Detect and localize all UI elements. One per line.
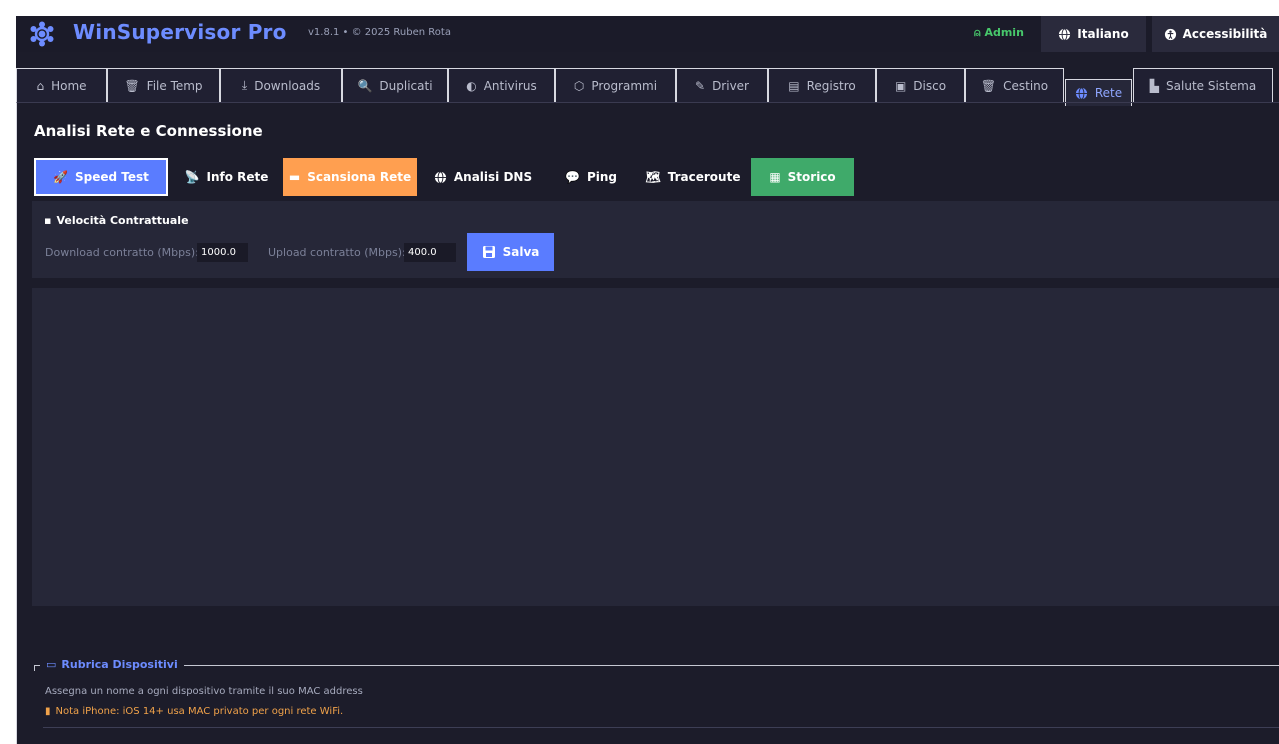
- tab-disco[interactable]: ▣ Disco: [876, 68, 965, 102]
- app-title: WinSupervisor Pro: [73, 20, 287, 44]
- download-contract-input[interactable]: 1000.0: [197, 243, 248, 262]
- device-book-description: Assegna un nome a ogni dispositivo trami…: [45, 686, 363, 697]
- subtab-label: Storico: [787, 170, 836, 184]
- tab-label: Rete: [1094, 86, 1123, 100]
- globe-icon: [434, 170, 446, 184]
- admin-label: Admin: [984, 26, 1024, 39]
- health-icon: ▙: [1149, 78, 1160, 93]
- ping-button[interactable]: 💬 Ping: [548, 158, 634, 196]
- tab-driver[interactable]: ✎ Driver: [676, 68, 768, 102]
- accessibility-icon: [1164, 28, 1176, 40]
- upload-contract-label: Upload contratto (Mbps):: [268, 246, 406, 259]
- tab-label: Duplicati: [379, 78, 433, 93]
- satellite-icon: 📡: [184, 170, 200, 184]
- contract-title-label: Velocità Contrattuale: [56, 214, 189, 227]
- device-book-divider: [43, 727, 1279, 728]
- traceroute-button[interactable]: 🗺 Traceroute: [640, 158, 746, 196]
- tab-cestino[interactable]: 🗑 Cestino: [965, 68, 1064, 102]
- tab-label: Home: [51, 78, 87, 93]
- subtab-label: Traceroute: [667, 170, 741, 184]
- subtab-label: Scansiona Rete: [307, 170, 412, 184]
- page-title: Analisi Rete e Connessione: [34, 122, 263, 140]
- tab-label: Downloads: [254, 78, 321, 93]
- tab-label: Salute Sistema: [1166, 78, 1257, 93]
- subtab-label: Speed Test: [75, 170, 149, 184]
- save-label: Salva: [502, 245, 540, 259]
- shield-icon: ◐: [466, 78, 477, 93]
- contract-speed-panel: [32, 201, 1279, 278]
- tab-label: Driver: [712, 78, 749, 93]
- subtab-label: Analisi DNS: [453, 170, 533, 184]
- scan-icon: ▬: [288, 170, 301, 184]
- magnifier-icon: 🔍: [357, 78, 373, 93]
- analisi-dns-button[interactable]: Analisi DNS: [423, 158, 543, 196]
- scansiona-rete-button[interactable]: ▬ Scansiona Rete: [283, 158, 417, 196]
- device-book-title: ▭ Rubrica Dispositivi: [40, 658, 184, 671]
- title-bar: WinSupervisor Pro v1.8.1 • © 2025 Ruben …: [16, 16, 1279, 52]
- home-icon: ⌂: [36, 78, 45, 93]
- chart-icon: ▦: [769, 170, 781, 184]
- accessibility-button[interactable]: Accessibilità: [1152, 16, 1279, 52]
- tab-label: Disco: [913, 78, 947, 93]
- save-button[interactable]: Salva: [467, 233, 554, 271]
- tab-label: Antivirus: [483, 78, 537, 93]
- tab-antivirus[interactable]: ◐ Antivirus: [448, 68, 555, 102]
- device-book-note: ▮ Nota iPhone: iOS 14+ usa MAC privato p…: [45, 706, 343, 717]
- save-disk-icon: ▪: [44, 214, 52, 227]
- rocket-icon: 🚀: [53, 170, 69, 184]
- tab-label: Registro: [806, 78, 856, 93]
- gear-logo-icon: [30, 21, 54, 47]
- tab-file-temp[interactable]: 🗑 File Temp: [107, 68, 220, 102]
- speed-test-results-panel: [32, 288, 1279, 606]
- subtab-label: Ping: [586, 170, 617, 184]
- tab-registro[interactable]: ▤ Registro: [768, 68, 876, 102]
- globe-icon: [1059, 27, 1071, 41]
- tab-downloads[interactable]: ⤓ Downloads: [220, 68, 342, 102]
- wrench-icon: ✎: [695, 78, 706, 93]
- registry-icon: ▤: [788, 78, 800, 93]
- language-button[interactable]: Italiano: [1041, 16, 1146, 52]
- admin-badge: ⍝ Admin: [974, 26, 1024, 40]
- app-window: WinSupervisor Pro v1.8.1 • © 2025 Ruben …: [16, 16, 1279, 744]
- tab-label: Cestino: [1003, 78, 1049, 93]
- tab-salute-sistema[interactable]: ▙ Salute Sistema: [1133, 68, 1273, 102]
- download-contract-label: Download contratto (Mbps):: [45, 246, 199, 259]
- device-icon: ▭: [46, 658, 57, 671]
- download-icon: ⤓: [241, 78, 248, 92]
- device-book-frame: [34, 665, 1279, 666]
- tab-label: File Temp: [146, 78, 203, 93]
- speed-test-button[interactable]: 🚀 Speed Test: [34, 158, 168, 196]
- info-rete-button[interactable]: 📡 Info Rete: [175, 158, 278, 196]
- phone-icon: ▮: [45, 706, 51, 717]
- map-icon: 🗺: [645, 170, 661, 184]
- package-icon: ⬡: [573, 78, 585, 93]
- tab-programmi[interactable]: ⬡ Programmi: [555, 68, 676, 102]
- bin-icon: 🗑: [980, 78, 997, 93]
- lock-icon: ⍝: [974, 26, 981, 39]
- globe-icon: [1075, 86, 1087, 100]
- trash-icon: 🗑: [124, 78, 140, 93]
- floppy-icon: [482, 246, 495, 258]
- tab-duplicati[interactable]: 🔍 Duplicati: [342, 68, 448, 102]
- language-label: Italiano: [1077, 27, 1129, 41]
- device-book-note-label: Nota iPhone: iOS 14+ usa MAC privato per…: [55, 706, 344, 717]
- tab-label: Programmi: [591, 78, 658, 93]
- tab-home[interactable]: ⌂ Home: [16, 68, 107, 102]
- version-label: v1.8.1 • © 2025 Ruben Rota: [308, 27, 451, 38]
- main-tab-bar: ⌂ Home 🗑 File Temp ⤓ Downloads 🔍 Duplica…: [16, 68, 1279, 106]
- accessibility-label: Accessibilità: [1182, 27, 1268, 41]
- storico-button[interactable]: ▦ Storico: [751, 158, 854, 196]
- device-book-title-label: Rubrica Dispositivi: [61, 658, 178, 671]
- contract-speed-title: ▪ Velocità Contrattuale: [44, 214, 189, 227]
- disk-icon: ▣: [894, 78, 907, 93]
- device-book-frame-edge: [34, 665, 35, 671]
- chat-icon: 💬: [565, 170, 580, 184]
- subtab-label: Info Rete: [206, 170, 269, 184]
- upload-contract-input[interactable]: 400.0: [404, 243, 456, 262]
